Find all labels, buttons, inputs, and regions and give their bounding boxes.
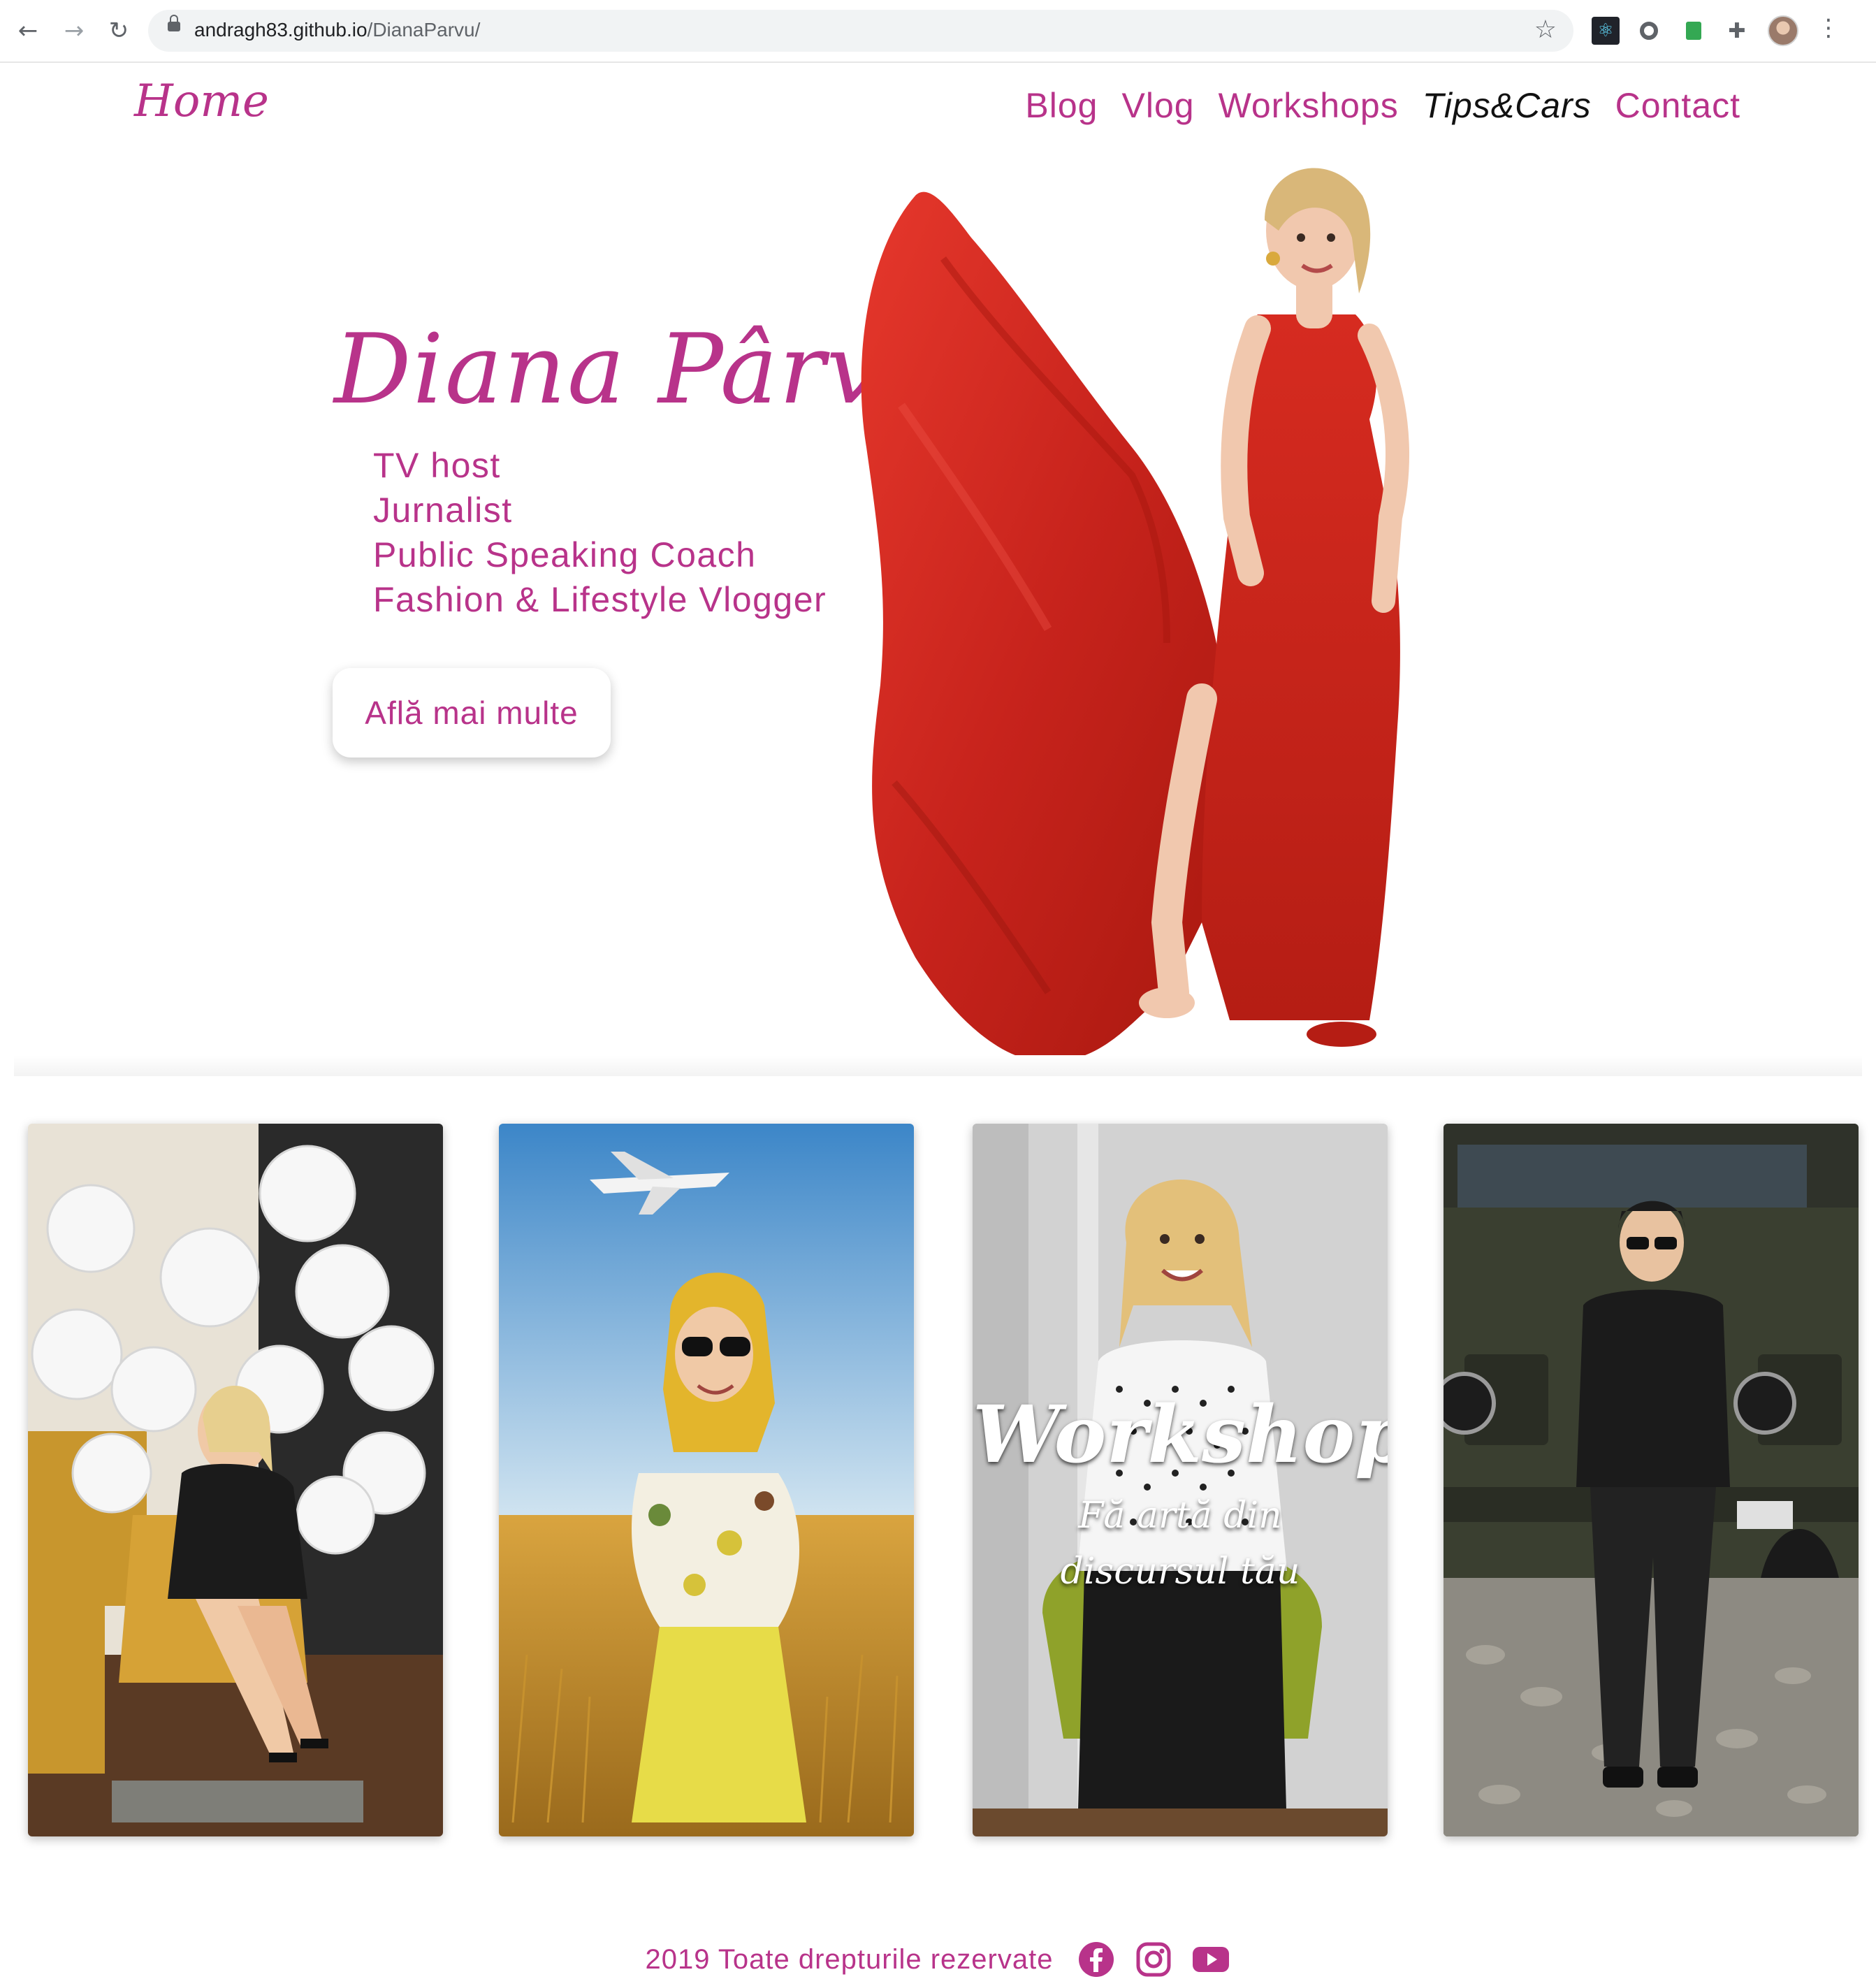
react-devtools-extension-icon[interactable]: ⚛ [1592, 17, 1620, 45]
workshops-overlay: Workshops Fă artă din discursul tău [973, 1389, 1388, 1600]
forward-icon[interactable]: → [56, 13, 92, 49]
card-photo-car [1444, 1124, 1859, 1836]
footer: 2019 Toate drepturile rezervate [0, 1940, 1876, 1979]
extension-circle-icon[interactable] [1635, 17, 1663, 45]
learn-more-button[interactable]: Află mai multe [333, 668, 611, 758]
nav-tips-cars[interactable]: Tips&Cars [1423, 85, 1592, 126]
role-item: Fashion & Lifestyle Vlogger [373, 580, 827, 619]
card-tips-cars[interactable] [1444, 1124, 1859, 1836]
section-divider [14, 1055, 1862, 1076]
url-text: andragh83.github.io/DianaParvu/ [194, 19, 481, 41]
back-icon[interactable]: ← [10, 13, 46, 49]
reload-icon[interactable]: ↻ [101, 13, 137, 49]
facebook-icon[interactable] [1077, 1940, 1116, 1979]
card-photo-balloons [28, 1124, 443, 1836]
card-photo-field [499, 1124, 914, 1836]
card-workshops[interactable]: Workshops Fă artă din discursul tău [973, 1124, 1388, 1836]
card-subtitle: Fă artă din discursul tău [1060, 1495, 1300, 1593]
lock-icon [168, 15, 180, 31]
address-bar[interactable]: andragh83.github.io/DianaParvu/ ☆ [148, 10, 1573, 52]
nav-vlog[interactable]: Vlog [1121, 85, 1194, 126]
role-item: Jurnalist [373, 491, 513, 530]
extension-sheet-icon[interactable] [1680, 17, 1708, 45]
nav-blog[interactable]: Blog [1025, 85, 1098, 126]
home-link[interactable]: Home [134, 75, 269, 127]
copyright-text: 2019 Toate drepturile rezervate [645, 1943, 1054, 1975]
nav-workshops[interactable]: Workshops [1219, 85, 1399, 126]
extensions-puzzle-icon[interactable]: ✚ [1723, 17, 1751, 45]
nav-contact[interactable]: Contact [1615, 85, 1740, 126]
hero-roles: TV host Jurnalist Public Speaking Coach … [373, 443, 827, 622]
browser-menu-icon[interactable]: ⋮ [1817, 14, 1840, 42]
bookmark-star-icon[interactable]: ☆ [1534, 15, 1557, 44]
role-item: Public Speaking Coach [373, 535, 757, 574]
role-item: TV host [373, 446, 501, 485]
main-nav: Blog Vlog Workshops Tips&Cars Contact [1025, 85, 1740, 126]
browser-toolbar: ← → ↻ andragh83.github.io/DianaParvu/ ☆ … [0, 0, 1876, 63]
card-title: Workshops [973, 1389, 1388, 1481]
instagram-icon[interactable] [1134, 1940, 1173, 1979]
card-blog[interactable] [28, 1124, 443, 1836]
profile-avatar[interactable] [1768, 15, 1798, 46]
hero-photo [861, 168, 1409, 1062]
card-vlog[interactable] [499, 1124, 914, 1836]
youtube-icon[interactable] [1191, 1940, 1230, 1979]
